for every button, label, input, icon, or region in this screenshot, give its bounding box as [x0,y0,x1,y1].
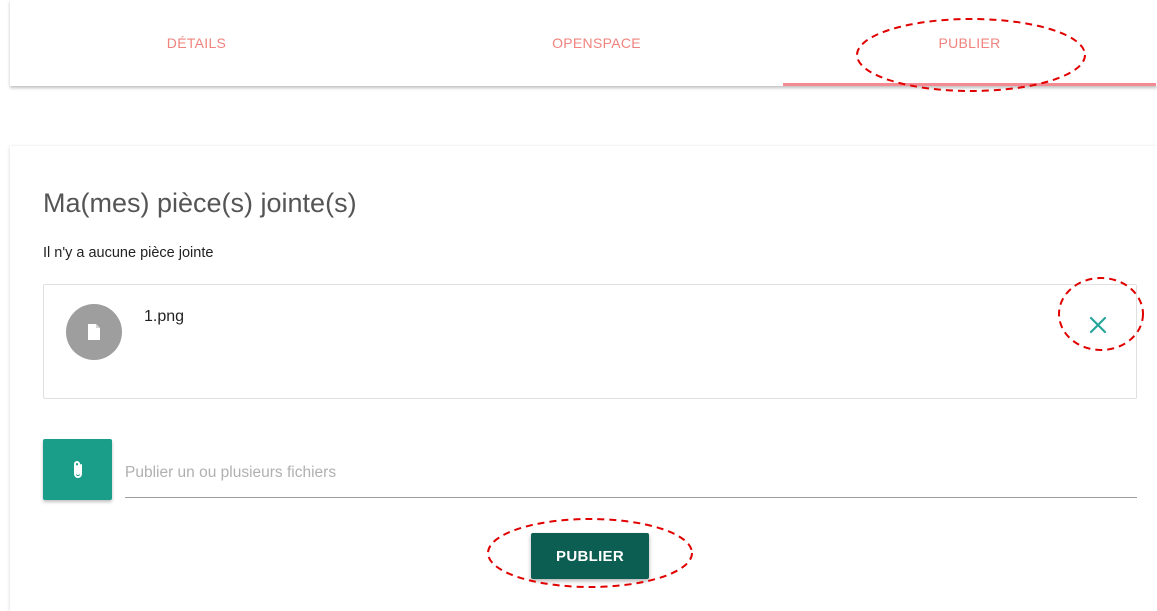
tab-label: OPENSPACE [552,35,641,51]
publish-button[interactable]: PUBLIER [531,533,649,579]
attachments-card: Ma(mes) pièce(s) jointe(s) Il n'y a aucu… [10,146,1157,611]
tab-label: DÉTAILS [166,35,227,51]
tab-publier[interactable]: PUBLIER [783,0,1156,86]
file-name: 1.png [144,308,185,325]
tab-openspace[interactable]: OPENSPACE [410,0,783,86]
active-tab-indicator [783,83,1156,86]
empty-attachments-text: Il n'y a aucune pièce jointe [43,245,214,261]
paperclip-icon [73,460,82,478]
close-icon [1089,316,1107,334]
attached-file-item: 1.png [43,284,1137,399]
tab-label: PUBLIER [938,35,1001,51]
attach-file-button[interactable] [43,439,112,500]
upload-files-input[interactable] [125,449,1137,498]
file-glyph [88,324,100,340]
remove-file-button[interactable] [1080,307,1116,343]
card-title: Ma(mes) pièce(s) jointe(s) [43,188,357,218]
tab-details[interactable]: DÉTAILS [10,0,383,86]
file-icon [66,304,122,360]
tab-bar: DÉTAILS OPENSPACE PUBLIER [10,0,1157,86]
